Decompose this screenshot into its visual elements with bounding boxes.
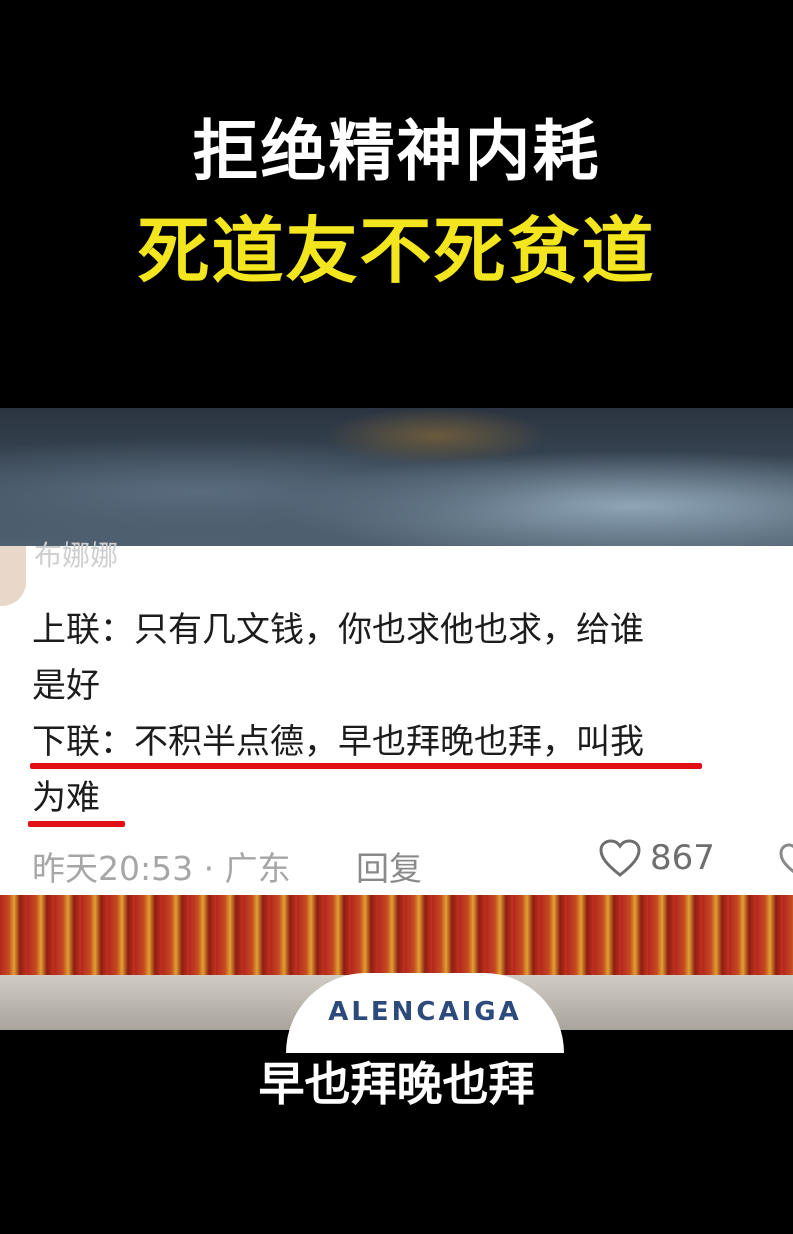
red-underline	[30, 763, 702, 769]
comment-card: 布娜娜 上联：只有几文钱，你也求他也求，给谁 是好 下联：不积半点德，早也拜晚也…	[0, 539, 793, 896]
video-subtitle: 早也拜晚也拜	[258, 1057, 535, 1111]
like-count: 867	[650, 838, 715, 878]
reply-button[interactable]: 回复	[356, 842, 422, 890]
person-cap: ALENCAIGA	[286, 973, 564, 1053]
comment-line: 为难	[32, 778, 100, 818]
cap-text: ALENCAIGA	[328, 997, 522, 1027]
dislike-icon[interactable]	[778, 842, 793, 876]
comment-username[interactable]: 布娜娜	[34, 534, 118, 574]
avatar[interactable]	[0, 546, 26, 606]
comment-line: 上联：只有几文钱，你也求他也求，给谁	[32, 610, 644, 650]
headline-line-1: 拒绝精神内耗	[192, 113, 601, 190]
comment-text: 上联：只有几文钱，你也求他也求，给谁 是好 下联：不积半点德，早也拜晚也拜，叫我…	[32, 602, 722, 826]
comment-line: 下联：不积半点德，早也拜晚也拜，叫我	[32, 722, 644, 762]
comment-meta: 昨天20:53 · 广东	[32, 849, 291, 888]
like-button[interactable]: 867	[598, 838, 715, 878]
heart-icon	[599, 839, 641, 877]
headline-line-2: 死道友不死贫道	[137, 209, 656, 293]
comment-line: 是好	[32, 666, 100, 706]
video-scene-top	[0, 408, 793, 548]
red-underline	[28, 821, 125, 827]
